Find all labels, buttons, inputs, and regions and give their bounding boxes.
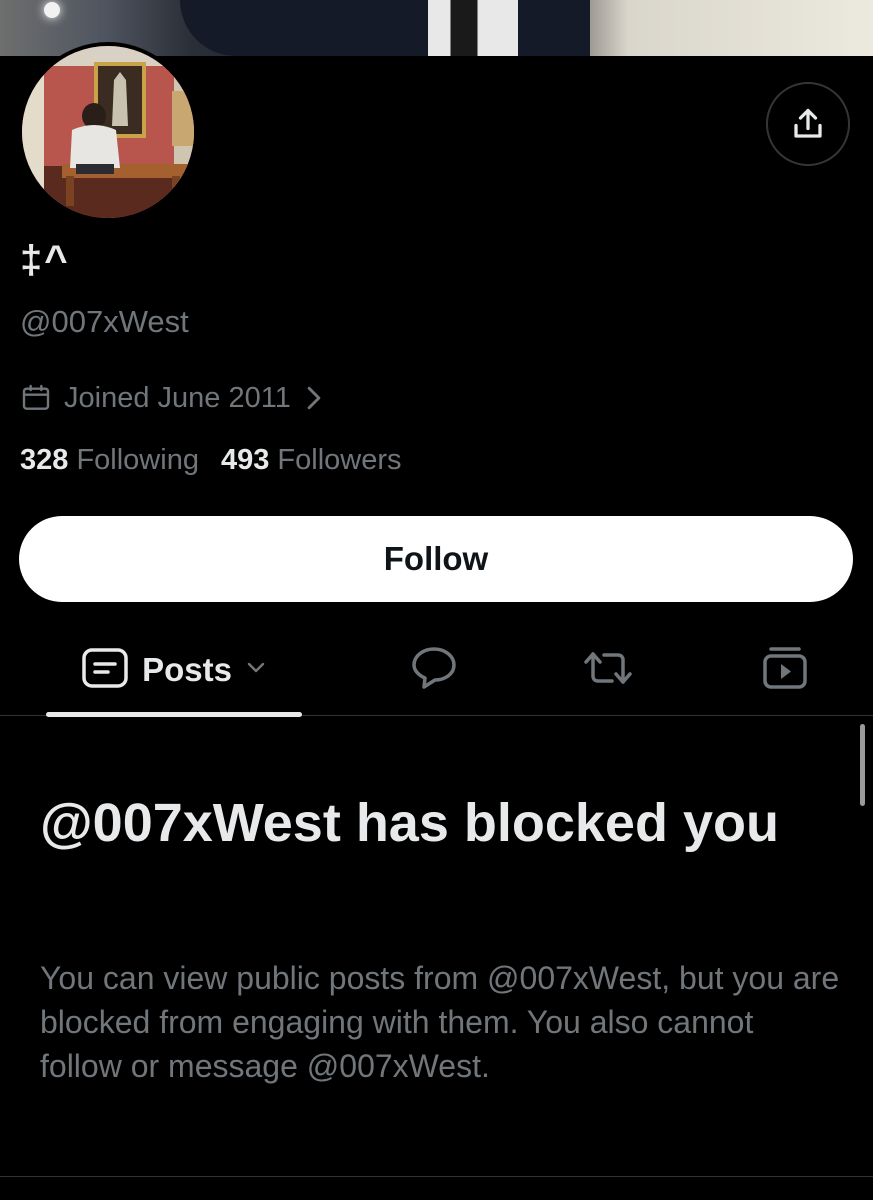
avatar[interactable] bbox=[18, 42, 198, 222]
posts-icon bbox=[82, 647, 128, 693]
following-label: Following bbox=[76, 444, 199, 476]
profile-tabs: Posts bbox=[0, 624, 873, 717]
banner-collar bbox=[428, 0, 518, 56]
banner-light bbox=[44, 2, 60, 18]
banner-figure bbox=[180, 0, 590, 56]
tab-posts-label: Posts bbox=[142, 651, 232, 688]
calendar-icon bbox=[20, 382, 52, 414]
tab-replies[interactable] bbox=[406, 624, 462, 712]
tab-reposts[interactable] bbox=[580, 624, 636, 712]
avatar-photo bbox=[22, 46, 194, 218]
repost-icon bbox=[584, 652, 632, 684]
followers-count: 493 bbox=[220, 444, 270, 476]
divider bbox=[0, 1176, 873, 1177]
follow-stats: 328 Following 493 Followers bbox=[20, 444, 402, 477]
username-handle: @007xWest bbox=[20, 304, 189, 339]
media-icon bbox=[763, 647, 807, 689]
scrollbar[interactable] bbox=[860, 724, 865, 806]
active-tab-indicator bbox=[46, 712, 302, 717]
share-button[interactable] bbox=[766, 82, 850, 166]
following-count: 328 bbox=[20, 444, 69, 476]
chevron-right-icon bbox=[303, 385, 325, 411]
followers-link[interactable]: 493 Followers bbox=[221, 444, 402, 476]
blocked-description: You can view public posts from @007xWest… bbox=[40, 960, 840, 1084]
blocked-title: @007xWest has blocked you bbox=[40, 793, 779, 853]
tab-posts[interactable]: Posts bbox=[46, 624, 302, 717]
tab-media[interactable] bbox=[760, 624, 810, 712]
display-name: ‡^ bbox=[20, 238, 70, 282]
follow-button[interactable]: Follow bbox=[19, 516, 853, 602]
reply-bubble-icon bbox=[412, 647, 456, 689]
joined-label: Joined June 2011 bbox=[64, 381, 291, 414]
joined-date[interactable]: Joined June 2011 bbox=[20, 378, 325, 418]
share-icon bbox=[794, 108, 822, 138]
chevron-down-icon[interactable] bbox=[246, 661, 266, 680]
following-link[interactable]: 328 Following bbox=[20, 444, 199, 476]
followers-label: Followers bbox=[277, 444, 402, 476]
